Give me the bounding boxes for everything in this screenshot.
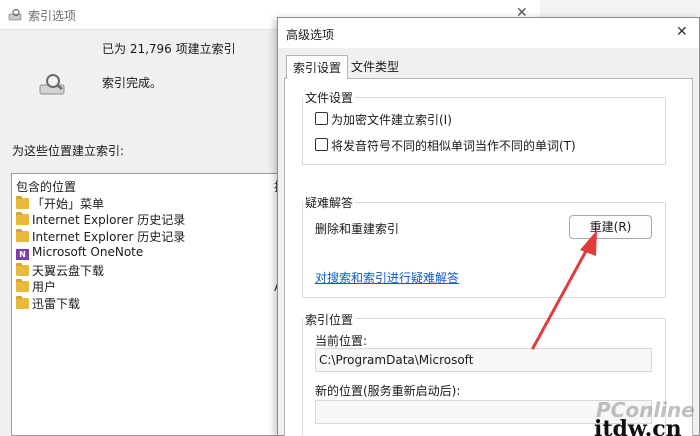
new-location-label: 新的位置(服务重新启动后): xyxy=(315,384,461,398)
list-item-label: Microsoft OneNote xyxy=(32,245,144,259)
indexing-complete-text: 索引完成。 xyxy=(102,76,163,90)
tab-file-types[interactable]: 文件类型 xyxy=(345,55,405,77)
list-item[interactable]: 天翼云盘下载 xyxy=(16,262,104,278)
watermark-url: itdw.cn xyxy=(594,416,682,436)
file-settings-group xyxy=(302,97,666,165)
file-settings-title: 文件设置 xyxy=(303,89,356,106)
indexing-status-icon xyxy=(39,74,65,95)
encrypted-files-checkbox[interactable] xyxy=(315,112,328,125)
index-location-title: 索引位置 xyxy=(303,311,356,328)
close-icon[interactable]: ✕ xyxy=(676,24,688,40)
indexed-locations-label: 为这些位置建立索引: xyxy=(12,144,125,158)
advanced-options-title: 高级选项 xyxy=(286,28,335,42)
list-item[interactable]: N Microsoft OneNote xyxy=(16,245,143,261)
onenote-icon: N xyxy=(16,249,29,260)
list-item[interactable]: Internet Explorer 历史记录 xyxy=(16,228,185,244)
list-header-included[interactable]: 包含的位置 xyxy=(16,178,76,195)
list-item-label: Internet Explorer 历史记录 xyxy=(32,230,186,244)
list-item[interactable]: 用户 xyxy=(16,278,56,294)
encrypted-files-label[interactable]: 为加密文件建立索引(I) xyxy=(331,111,452,128)
folder-icon xyxy=(16,212,29,225)
list-item[interactable]: 「开始」菜单 xyxy=(16,195,104,211)
current-location-field: C:\ProgramData\Microsoft xyxy=(315,348,652,372)
folder-icon xyxy=(16,229,29,242)
rebuild-index-label: 删除和重建索引 xyxy=(315,222,400,236)
list-item-label: 天翼云盘下载 xyxy=(32,264,105,278)
advanced-options-titlebar[interactable]: 高级选项 ✕ xyxy=(278,18,699,48)
indexing-options-title: 索引选项 xyxy=(28,9,77,23)
folder-icon xyxy=(16,196,29,209)
folder-icon xyxy=(16,263,29,276)
list-item[interactable]: 迅雷下载 xyxy=(16,295,80,311)
list-item-label: Internet Explorer 历史记录 xyxy=(32,213,186,227)
diacritics-checkbox[interactable] xyxy=(315,138,328,151)
indexing-options-app-icon xyxy=(8,8,22,21)
troubleshoot-link[interactable]: 对搜索和索引进行疑难解答 xyxy=(315,269,459,286)
folder-icon xyxy=(16,279,29,292)
diacritics-label[interactable]: 将发音符号不同的相似单词当作不同的单词(T) xyxy=(331,137,576,154)
folder-icon xyxy=(16,296,29,309)
list-item-label: 迅雷下载 xyxy=(32,297,81,311)
rebuild-button[interactable]: 重建(R) xyxy=(569,215,652,239)
indexed-count-text: 已为 21,796 项建立索引 xyxy=(102,42,236,56)
current-location-label: 当前位置: xyxy=(315,334,368,348)
list-item-label: 用户 xyxy=(32,280,57,294)
list-item[interactable]: Internet Explorer 历史记录 xyxy=(16,211,185,227)
troubleshooting-title: 疑难解答 xyxy=(303,194,356,211)
indexed-locations-list[interactable]: 包含的位置 排 「开始」菜单 Internet Explorer 历史记录 In… xyxy=(11,173,286,436)
tab-index-settings[interactable]: 索引设置 xyxy=(286,55,349,79)
list-item-label: 「开始」菜单 xyxy=(32,197,105,211)
